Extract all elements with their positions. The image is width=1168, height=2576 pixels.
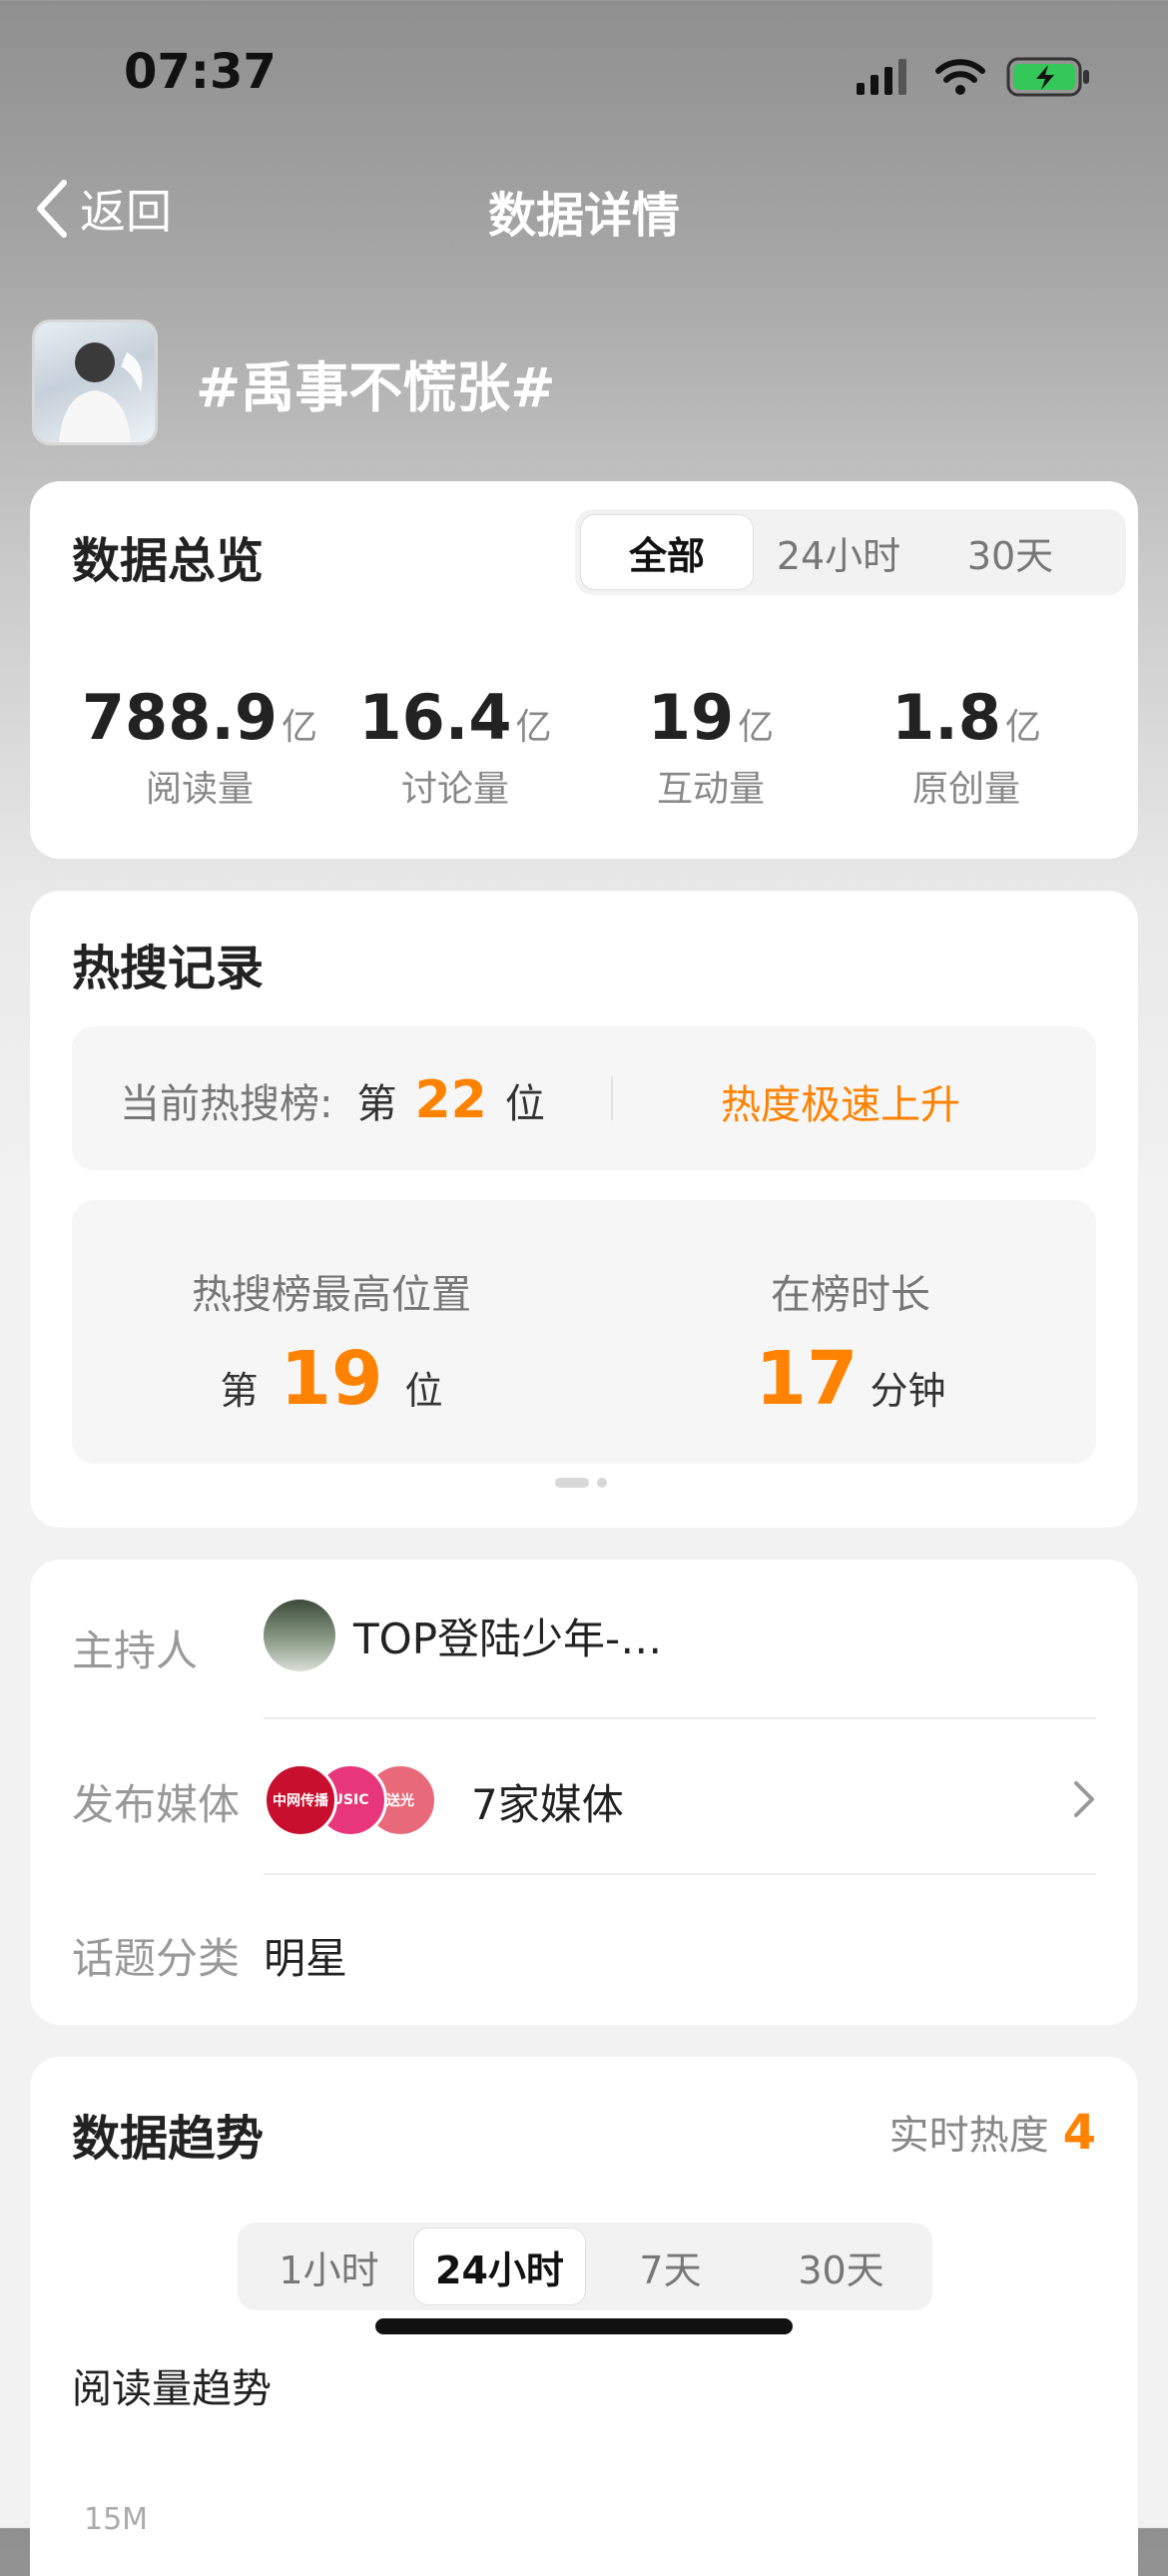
host-avatar [264,1600,335,1671]
tab-30d[interactable]: 30天 [756,2229,926,2304]
back-button[interactable]: 返回 [34,176,172,242]
status-icons [855,56,1092,98]
stat-original: 1.8 亿 原创量 [847,681,1086,812]
host-row[interactable]: TOP登陆少年-… [264,1600,662,1671]
duration-value: 17 [755,1336,859,1422]
overview-title: 数据总览 [72,533,265,589]
chevron-left-icon [37,180,67,238]
realtime-heat-value: 4 [1062,2105,1096,2161]
page-indicator [555,1478,607,1488]
stat-read: 788.9 亿 阅读量 [80,681,319,812]
current-rank-panel[interactable]: 当前热搜榜: 第 22 位 热度极速上升 [72,1026,1096,1170]
hot-search-card: 热搜记录 当前热搜榜: 第 22 位 热度极速上升 热搜榜最高位置 第 19 位… [30,891,1138,1528]
realtime-heat-label: 实时热度 [888,2113,1049,2159]
page-dot [597,1478,607,1488]
current-rank-value: 22 [414,1070,487,1130]
tab-7d[interactable]: 7天 [585,2229,756,2304]
category-label: 话题分类 [72,1934,241,1983]
realtime-heat: 实时热度 4 [889,2103,1096,2161]
person-photo-icon [59,342,143,442]
chevron-right-icon [1074,1781,1094,1817]
trend-card: 数据趋势 实时热度 4 1小时 24小时 7天 30天 阅读量趋势 15M [30,2057,1138,2576]
stat-original-value: 1.8 [891,681,1001,754]
duration-label: 在榜时长 [771,1272,930,1318]
wifi-icon [935,59,985,95]
rank-history-panel: 热搜榜最高位置 第 19 位 在榜时长 17 分钟 [72,1200,1096,1464]
y-axis-tick: 15M [84,2502,149,2537]
read-trend-subtitle: 阅读量趋势 [72,2366,272,2412]
battery-charging-icon [1006,57,1089,97]
media-row[interactable]: 中网传播 USIC 送光 7家媒体 [264,1749,1096,1849]
topic-title: #禹事不慌张# [196,356,556,419]
trend-status: 热度极速上升 [721,1082,960,1128]
hot-search-title: 热搜记录 [72,941,265,996]
current-rank: 当前热搜榜: 第 22 位 [120,1070,545,1130]
tab-1h[interactable]: 1小时 [244,2229,414,2304]
host-label: 主持人 [72,1626,199,1675]
media-logo-zhongwang: 中网传播 [264,1763,337,1837]
best-rank-prefix: 第 [220,1369,259,1413]
trend-title: 数据趋势 [72,2111,265,2167]
stat-discuss-unit: 亿 [515,707,552,748]
page-title: 数据详情 [487,188,680,244]
stat-read-value: 788.9 [81,681,279,754]
stat-discuss: 16.4 亿 讨论量 [335,681,575,812]
best-rank: 第 19 位 [182,1336,481,1422]
duration-unit: 分钟 [870,1369,946,1413]
category-value: 明星 [264,1934,348,1983]
media-count: 7家媒体 [471,1780,624,1829]
stat-original-label: 原创量 [911,769,1020,810]
tab-24h[interactable]: 24小时 [414,2229,585,2304]
stat-interact-value: 19 [647,681,735,754]
tab-30d[interactable]: 30天 [924,515,1096,589]
duration: 17 分钟 [711,1336,990,1422]
stat-original-unit: 亿 [1004,707,1041,748]
info-card: 主持人 TOP登陆少年-… 发布媒体 中网传播 USIC 送光 7家媒体 话题分… [30,1560,1138,2025]
cellular-signal-icon [857,59,906,95]
stat-interact-label: 互动量 [656,769,765,810]
best-rank-value: 19 [280,1336,383,1422]
row-divider [264,1873,1096,1875]
current-rank-suffix: 位 [504,1081,545,1127]
stat-discuss-label: 讨论量 [400,769,509,810]
best-rank-suffix: 位 [404,1369,443,1413]
tab-all[interactable]: 全部 [581,515,753,589]
current-rank-prefix: 第 [356,1081,397,1127]
tab-24h[interactable]: 24小时 [753,515,924,589]
trend-tabs: 1小时 24小时 7天 30天 [238,2223,932,2310]
stat-interact: 19 亿 互动量 [591,681,831,812]
page-dot-active [555,1478,589,1488]
stat-read-unit: 亿 [282,707,318,748]
stat-interact-unit: 亿 [738,707,775,748]
home-indicator [375,2318,793,2334]
stat-read-label: 阅读量 [145,769,254,810]
current-rank-label: 当前热搜榜: [120,1081,333,1127]
status-time: 07:37 [124,44,277,100]
stat-discuss-value: 16.4 [358,681,512,754]
row-divider [264,1717,1096,1719]
rank-divider [611,1076,613,1120]
topic-avatar[interactable] [32,320,158,445]
host-name: TOP登陆少年-… [353,1613,663,1663]
overview-card: 数据总览 全部 24小时 30天 788.9 亿 阅读量 16.4 亿 讨论量 19… [30,481,1138,859]
overview-tabs: 全部 24小时 30天 [575,509,1126,595]
back-label: 返回 [80,185,172,239]
best-rank-label: 热搜榜最高位置 [192,1272,471,1318]
media-label: 发布媒体 [72,1780,241,1829]
